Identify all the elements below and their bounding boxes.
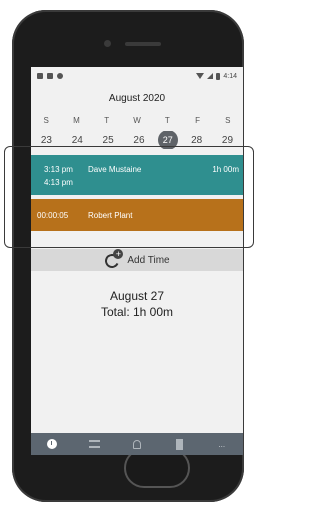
weekday-row: S M T W T F S — [31, 116, 243, 126]
highlight-box — [4, 146, 254, 248]
date-cell[interactable]: 29 — [215, 135, 239, 146]
list-icon — [89, 440, 101, 448]
nav-reports[interactable] — [167, 436, 191, 452]
settings-status-icon — [57, 73, 63, 79]
more-icon: ... — [218, 439, 226, 449]
bell-icon — [132, 439, 141, 449]
weekday-label: T — [164, 116, 170, 125]
wifi-icon — [196, 73, 205, 79]
weekday-label: T — [104, 116, 110, 125]
nav-notifications[interactable] — [125, 436, 149, 452]
summary-total: Total: 1h 00m — [100, 305, 174, 319]
weekday-label: S — [225, 116, 231, 125]
weekday-label: F — [195, 116, 200, 125]
summary-date: August 27 — [109, 289, 165, 303]
sim-icon — [47, 73, 53, 79]
battery-icon — [216, 72, 221, 80]
weekday-label: M — [73, 116, 80, 125]
camera — [104, 40, 111, 47]
bottom-nav: ... — [31, 433, 243, 455]
date-cell[interactable]: 26 — [127, 135, 151, 146]
weekday-label: S — [43, 116, 49, 125]
month-title[interactable]: August 2020 — [31, 93, 243, 104]
notification-icon — [37, 73, 43, 79]
add-time-label: Add Time — [127, 254, 170, 266]
app-screen: 4:14 August 2020 S M T W T F S 23 24 25 … — [31, 67, 243, 455]
speaker — [125, 42, 161, 46]
nav-more[interactable]: ... — [210, 436, 234, 452]
status-time: 4:14 — [223, 72, 237, 80]
nav-timer[interactable] — [40, 436, 64, 452]
date-cell[interactable]: 24 — [65, 135, 89, 146]
signal-icon — [207, 73, 214, 79]
status-bar: 4:14 — [31, 67, 243, 85]
date-cell[interactable]: 23 — [34, 135, 58, 146]
clock-icon — [47, 439, 58, 449]
date-cell[interactable]: 28 — [185, 135, 209, 146]
add-time-icon: + — [103, 249, 124, 270]
date-cell[interactable]: 25 — [96, 135, 120, 146]
add-time-button[interactable]: + Add Time — [31, 249, 243, 271]
nav-list[interactable] — [83, 436, 107, 452]
book-icon — [175, 438, 183, 450]
weekday-label: W — [133, 116, 141, 125]
